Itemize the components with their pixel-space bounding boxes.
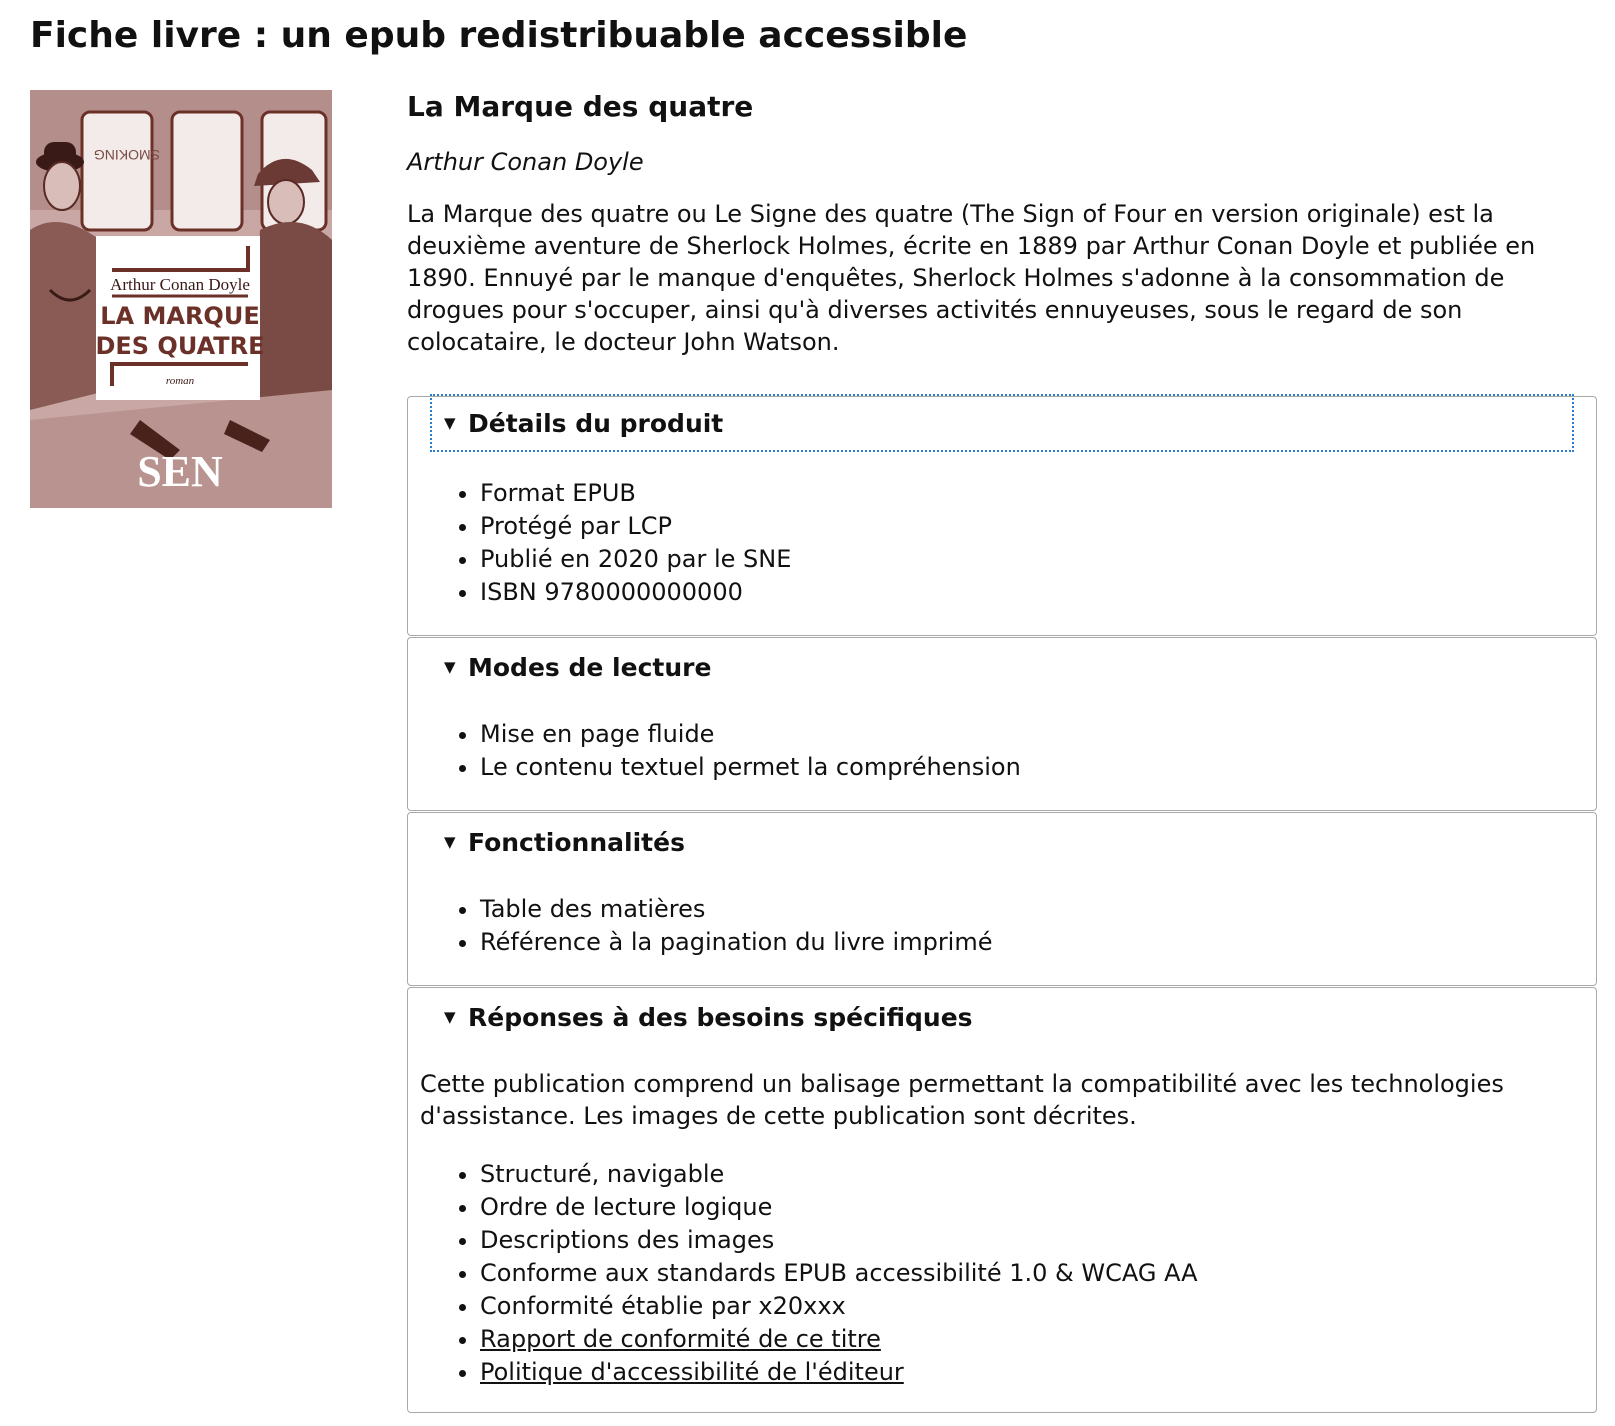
- needs-panel: ▼ Réponses à des besoins spécifiques Cet…: [407, 987, 1597, 1413]
- accessibility-policy-link[interactable]: Politique d'accessibilité de l'éditeur: [480, 1358, 904, 1386]
- page-title: Fiche livre : un epub redistribuable acc…: [30, 15, 968, 56]
- list-item: ISBN 9780000000000: [480, 576, 791, 609]
- triangle-down-icon: ▼: [444, 832, 456, 851]
- features-label: Fonctionnalités: [468, 827, 685, 857]
- features-panel: ▼ Fonctionnalités Table des matières Réf…: [407, 812, 1597, 986]
- details-summary[interactable]: ▼ Détails du produit: [430, 394, 1574, 452]
- list-item: Mise en page fluide: [480, 718, 1021, 751]
- list-item: Rapport de conformité de ce titre: [480, 1323, 1198, 1356]
- triangle-down-icon: ▼: [444, 657, 456, 676]
- needs-note: Cette publication comprend un balisage p…: [420, 1070, 1504, 1130]
- list-item: Protégé par LCP: [480, 510, 791, 543]
- list-item: Référence à la pagination du livre impri…: [480, 926, 993, 959]
- list-item: Conformité établie par x20xxx: [480, 1290, 1198, 1323]
- list-item: Le contenu textuel permet la compréhensi…: [480, 751, 1021, 784]
- details-panel: ▼ Détails du produit Format EPUB Protégé…: [407, 394, 1597, 636]
- book-author: Arthur Conan Doyle: [407, 148, 644, 176]
- book-cover-image: SMOKING Arthur Conan Doyle LA MARQUE DES…: [30, 90, 332, 508]
- features-list: Table des matières Référence à la pagina…: [408, 893, 993, 959]
- conformity-report-link[interactable]: Rapport de conformité de ce titre: [480, 1325, 881, 1353]
- reading-modes-summary[interactable]: ▼ Modes de lecture: [430, 638, 1574, 696]
- list-item: Conforme aux standards EPUB accessibilit…: [480, 1257, 1198, 1290]
- details-label: Détails du produit: [468, 408, 724, 438]
- cover-title-line1: LA MARQUE: [100, 302, 259, 330]
- reading-modes-panel: ▼ Modes de lecture Mise en page fluide L…: [407, 637, 1597, 811]
- list-item: Publié en 2020 par le SNE: [480, 543, 791, 576]
- book-info: La Marque des quatre Arthur Conan Doyle …: [407, 86, 1597, 358]
- reading-modes-label: Modes de lecture: [468, 652, 712, 682]
- list-item: Table des matières: [480, 893, 993, 926]
- publisher-logo: SEN: [137, 447, 223, 496]
- needs-summary[interactable]: ▼ Réponses à des besoins spécifiques: [430, 988, 1574, 1046]
- cover-sign: SMOKING: [94, 147, 160, 163]
- cover-genre: roman: [166, 375, 195, 387]
- list-item: Format EPUB: [480, 477, 791, 510]
- book-description: La Marque des quatre ou Le Signe des qua…: [407, 200, 1536, 356]
- list-item: Descriptions des images: [480, 1224, 1198, 1257]
- triangle-down-icon: ▼: [444, 413, 456, 432]
- cover-author: Arthur Conan Doyle: [110, 275, 250, 294]
- book-title: La Marque des quatre: [407, 90, 754, 123]
- cover-title-line2: DES QUATRE: [95, 332, 264, 360]
- details-list: Format EPUB Protégé par LCP Publié en 20…: [408, 477, 791, 609]
- needs-list: Structuré, navigable Ordre de lecture lo…: [408, 1158, 1198, 1389]
- features-summary[interactable]: ▼ Fonctionnalités: [430, 813, 1574, 871]
- needs-label: Réponses à des besoins spécifiques: [468, 1002, 973, 1032]
- list-item: Ordre de lecture logique: [480, 1191, 1198, 1224]
- reading-modes-list: Mise en page fluide Le contenu textuel p…: [408, 718, 1021, 784]
- list-item: Structuré, navigable: [480, 1158, 1198, 1191]
- list-item: Politique d'accessibilité de l'éditeur: [480, 1356, 1198, 1389]
- triangle-down-icon: ▼: [444, 1007, 456, 1026]
